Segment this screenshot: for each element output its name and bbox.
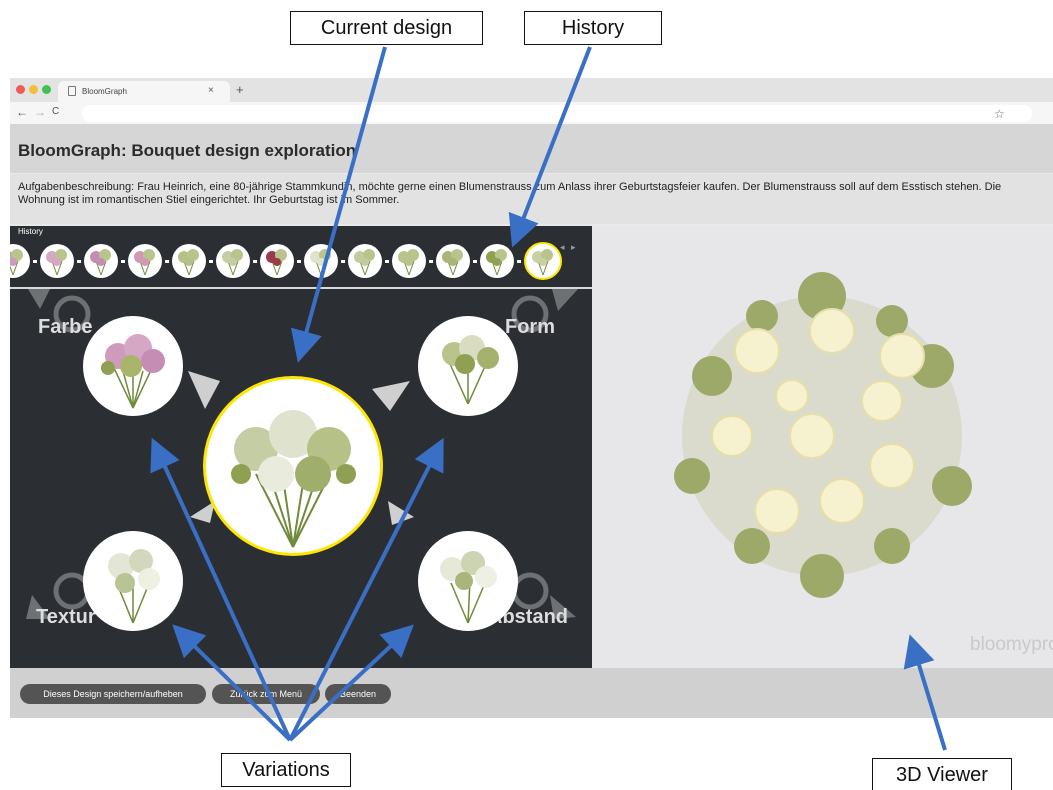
figure: Current design History Variations 3D Vie… (0, 0, 1053, 790)
annotation-arrows (150, 46, 947, 751)
